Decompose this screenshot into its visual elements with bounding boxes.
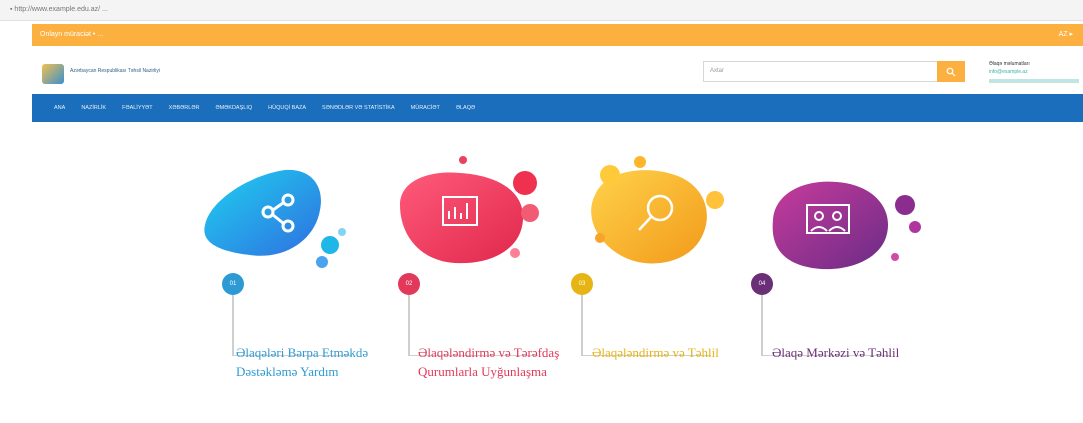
step-1-graphic [204, 169, 346, 268]
step-2-label[interactable]: Əlaqələndirmə və Tərəfdaş Qurumlarla Uyğ… [418, 343, 568, 381]
contact-bar [989, 79, 1079, 83]
step-3-number: 03 [578, 281, 586, 287]
browser-url[interactable]: ▪ http://www.example.edu.az/ ... [10, 0, 108, 20]
browser-bar: ▪ http://www.example.edu.az/ ... [0, 0, 1083, 21]
search-button[interactable] [937, 61, 965, 82]
search-icon [946, 67, 956, 76]
contact-title: Əlaqə məlumatları [989, 61, 1030, 67]
step-3-label[interactable]: Əlaqələndirmə və Təhlil [592, 343, 742, 362]
search-input[interactable]: Axtar [703, 61, 965, 82]
nav-item-ministry[interactable]: NAZİRLİK [81, 105, 106, 111]
step-3-graphic [591, 156, 724, 264]
step-4-number: 04 [758, 281, 766, 287]
nav-item-documents[interactable]: SƏNƏDLƏR VƏ STATİSTİKA [322, 105, 395, 111]
contact-subtitle[interactable]: info@example.az [989, 68, 1083, 76]
main-nav: ANA NAZİRLİK FƏALİYYƏT XƏBƏRLƏR ƏMƏKDAŞL… [32, 94, 1083, 122]
step-1-number: 01 [229, 281, 237, 287]
site-logo[interactable]: Azərbaycan Respublikası Təhsil Nazirliyi [42, 64, 160, 86]
nav-item-home[interactable]: ANA [54, 105, 65, 111]
step-4-connector [761, 295, 763, 355]
step-2-graphic [400, 156, 539, 264]
nav-item-appeal[interactable]: MÜRACİƏT [411, 105, 440, 111]
nav-item-legal[interactable]: HÜQUQİ BAZA [268, 105, 306, 111]
step-3-connector [581, 295, 583, 355]
nav-item-contact[interactable]: ƏLAQƏ [456, 105, 475, 111]
step-1-node: 01 [222, 273, 244, 295]
top-strip-link[interactable]: Onlayn müraciət • ... [40, 24, 103, 46]
language-switch[interactable]: AZ ▸ [1059, 24, 1073, 46]
nav-item-news[interactable]: XƏBƏRLƏR [169, 105, 200, 111]
top-strip: Onlayn müraciət • ... AZ ▸ [32, 24, 1083, 46]
nav-item-cooperation[interactable]: ƏMƏKDAŞLIQ [215, 105, 252, 111]
step-2-number: 02 [405, 281, 413, 287]
step-2-node: 02 [398, 273, 420, 295]
nav-item-activity[interactable]: FƏALİYYƏT [122, 105, 153, 111]
logo-text: Azərbaycan Respublikası Təhsil Nazirliyi [70, 68, 160, 74]
step-1-label[interactable]: Əlaqələri Bərpa Etməkdə Dəstəkləmə Yardı… [236, 343, 386, 381]
step-2-connector [408, 295, 410, 355]
header-contact: Əlaqə məlumatları info@example.az [989, 60, 1083, 83]
step-4-graphic [772, 181, 921, 270]
step-1-connector [232, 295, 234, 355]
step-4-label[interactable]: Əlaqə Mərkəzi və Təhlil [772, 343, 922, 362]
emblem-icon [42, 64, 64, 84]
step-4-node: 04 [751, 273, 773, 295]
site-header: Azərbaycan Respublikası Təhsil Nazirliyi… [32, 52, 1083, 92]
step-3-node: 03 [571, 273, 593, 295]
